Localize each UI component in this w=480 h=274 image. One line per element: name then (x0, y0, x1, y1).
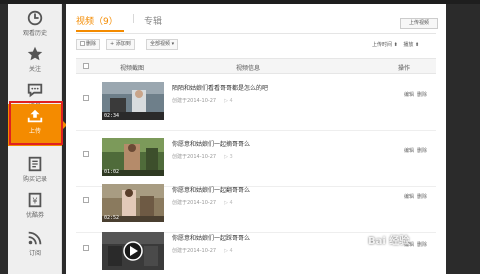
video-meta: 创建于2014-10-27 ▷ 4 (172, 247, 233, 254)
video-title[interactable]: 你愿意和姑娘们一起摘哥哥么 (172, 139, 250, 148)
delete-link[interactable]: 删除 (417, 242, 427, 248)
tab-separator: | (132, 14, 136, 24)
svg-text:¥: ¥ (32, 196, 37, 206)
sidebar-item-label: 订阅 (28, 250, 41, 257)
video-meta: 创建于2014-10-27 ▷ 4 (172, 97, 233, 104)
video-thumbnail[interactable]: 02:34 (102, 82, 164, 120)
delete-link[interactable]: 删除 (417, 148, 427, 154)
video-title[interactable]: 你愿意和姑娘们一起踩哥哥么 (172, 233, 250, 242)
edit-link[interactable]: 编辑 (404, 194, 414, 200)
select-all-checkbox[interactable] (80, 41, 85, 46)
chat-icon (27, 83, 43, 98)
tab-albums[interactable]: 专辑 (144, 14, 162, 27)
header-info: 视频信息 (236, 65, 261, 72)
row-operations: 编辑 删除 (404, 193, 430, 200)
header-operations: 操作 (398, 65, 411, 72)
clock-icon (27, 10, 43, 26)
rss-icon (28, 231, 42, 245)
video-thumbnail[interactable] (102, 232, 164, 270)
tab-underline (76, 30, 124, 32)
header-thumbnail: 视频截图 (120, 65, 145, 72)
video-duration: 01:02 (104, 169, 120, 175)
tab-divider (76, 33, 436, 34)
star-icon (27, 46, 43, 61)
play-count: ▷ 3 (224, 154, 233, 160)
watermark: Bai 经验 (368, 236, 410, 247)
video-thumbnail[interactable]: 01:02 (102, 138, 164, 176)
sidebar-item-coupons[interactable]: ¥ 优酷券 (8, 188, 62, 230)
toolbar: 删除 + 添加到 全部视频 ▾ 上传时间 ⬍ 播放 ⬍ (76, 39, 436, 51)
video-title[interactable]: 你愿意和姑娘们一起翻哥哥么 (172, 185, 250, 194)
play-count: ▷ 4 (224, 200, 233, 206)
delete-label: 删除 (86, 41, 97, 47)
row-operations: 编辑 删除 (404, 91, 430, 98)
sidebar-item-label: 关注 (28, 66, 41, 73)
delete-link[interactable]: 删除 (417, 194, 427, 200)
table-header: 视频截图 视频信息 操作 (76, 58, 436, 74)
video-meta: 创建于2014-10-27 ▷ 4 (172, 199, 233, 206)
row-checkbox[interactable] (83, 197, 89, 203)
coupon-icon: ¥ (28, 192, 42, 208)
header-checkbox[interactable] (83, 63, 89, 69)
video-date: 创建于2014-10-27 (172, 98, 217, 104)
row-operations: 编辑 删除 (404, 147, 430, 154)
receipt-icon (28, 156, 42, 172)
video-date: 创建于2014-10-27 (172, 248, 217, 254)
sort-by-upload-time[interactable]: 上传时间 ⬍ (372, 42, 398, 48)
edit-link[interactable]: 编辑 (404, 92, 414, 98)
video-thumbnail[interactable]: 02:52 (102, 184, 164, 222)
sidebar-item-label: 购买记录 (22, 176, 47, 183)
add-to-button[interactable]: + 添加到 (106, 39, 135, 50)
video-meta: 创建于2014-10-27 ▷ 3 (172, 153, 233, 160)
sort-by-plays[interactable]: 播放 ⬍ (403, 42, 419, 48)
sidebar-item-label: 观看历史 (22, 30, 47, 37)
delete-button[interactable]: 删除 (76, 39, 101, 50)
video-duration: 02:52 (104, 215, 120, 221)
thumbnail-image (102, 232, 164, 270)
table-row: 02:34 陌陌和姑娘们看看哥哥都是怎么的吧 创建于2014-10-27 ▷ 4 … (76, 75, 436, 131)
delete-link[interactable]: 删除 (417, 92, 427, 98)
sidebar-item-subscriptions[interactable]: 订阅 (8, 226, 62, 268)
play-count: ▷ 4 (224, 98, 233, 104)
video-date: 创建于2014-10-27 (172, 154, 217, 160)
sort-controls: 上传时间 ⬍ 播放 ⬍ (372, 41, 419, 48)
upload-video-button[interactable]: 上传视频 (400, 18, 438, 29)
play-count: ▷ 4 (224, 248, 233, 254)
edit-link[interactable]: 编辑 (404, 148, 414, 154)
video-date: 创建于2014-10-27 (172, 200, 217, 206)
row-checkbox[interactable] (83, 95, 89, 101)
tab-videos[interactable]: 视频（9） (76, 14, 124, 32)
row-checkbox[interactable] (83, 245, 89, 251)
all-videos-dropdown[interactable]: 全部视频 ▾ (146, 39, 179, 50)
row-checkbox[interactable] (83, 151, 89, 157)
highlight-box (9, 101, 63, 145)
video-title[interactable]: 陌陌和姑娘们看看哥哥都是怎么的吧 (172, 83, 268, 92)
sidebar-item-label: 优酷券 (25, 212, 44, 219)
tab-videos-label: 视频（9） (76, 17, 118, 27)
video-duration: 02:34 (104, 113, 120, 119)
right-margin (446, 4, 480, 274)
